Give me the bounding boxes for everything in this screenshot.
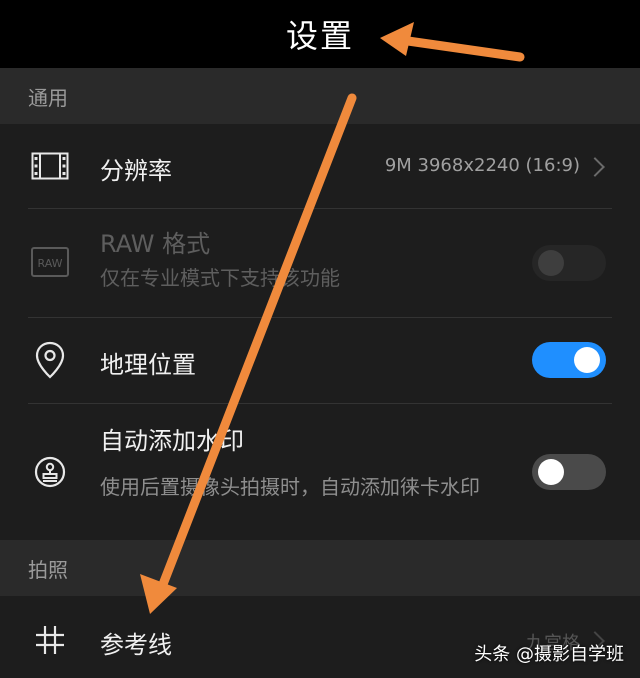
arrow-to-gridlines bbox=[155, 93, 357, 597]
arrow-head-gridlines-icon bbox=[140, 574, 177, 614]
source-watermark: 头条 @摄影自学班 bbox=[474, 644, 624, 665]
annotation-arrows bbox=[140, 22, 525, 614]
arrow-head-title-icon bbox=[380, 22, 414, 56]
arrow-to-title bbox=[403, 36, 525, 62]
